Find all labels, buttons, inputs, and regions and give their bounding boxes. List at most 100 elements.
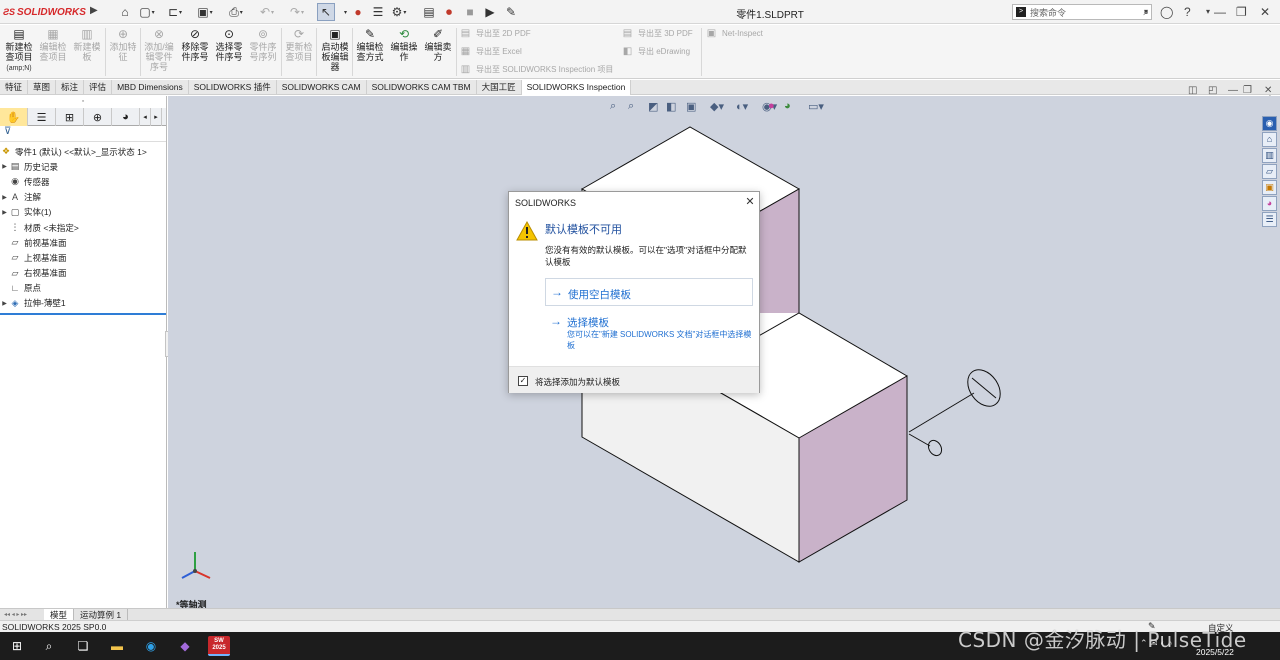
tab-solidworks-inspection[interactable]: SOLIDWORKS Inspection [521,80,632,95]
select-balloon-button[interactable]: ⊙ 选择零件序号 [212,27,246,62]
feature-manager-tab-icon[interactable]: ✋ [0,108,28,126]
section-view-icon[interactable]: ◧ [666,100,676,113]
save-icon[interactable]: ▣ ▾ [196,3,214,21]
launch-template-editor-button[interactable]: ▣ 启动模板编辑器 [318,27,352,72]
task-view-icon[interactable]: ❏ [72,636,94,656]
view-orientation-icon[interactable]: ◆▾ [710,100,724,113]
tree-item-material[interactable]: ⋮ 材质 <未指定> [0,220,166,235]
tab-features[interactable]: 特征 [0,80,29,95]
dimxpert-tab-icon[interactable]: ⊕ [84,108,112,126]
scenes-decals-icon[interactable]: ◕ [1262,196,1277,211]
display-style-icon[interactable]: ◐▾ [736,100,748,113]
add-feature-button[interactable]: ⊕ 添加特征 [106,27,140,62]
tree-item-annotations[interactable]: ▶ A 注解 [0,190,166,205]
export-excel-button[interactable]: ▦ 导出至 Excel [460,46,522,57]
stop-macro-icon[interactable]: ■ [461,3,479,21]
panel-grip-icon[interactable]: ▫ [0,96,166,108]
minimize-icon[interactable]: — [1214,5,1226,19]
search-commands-field[interactable]: > 搜索命令 ⌕ [1012,4,1152,20]
filter-icon[interactable]: ⊽ [0,126,166,142]
viewport-expand-icon[interactable]: ◫ [1188,85,1197,96]
edit-inspection-project-button[interactable]: ▦ 编辑检查项目 [36,27,70,62]
file-explorer-taskbar-icon[interactable]: ▬ [106,636,128,656]
tab-solidworks-cam[interactable]: SOLIDWORKS CAM [277,80,367,95]
property-manager-tab-icon[interactable]: ☰ [28,108,56,126]
tab-evaluate[interactable]: 评估 [84,80,113,95]
edge-browser-icon[interactable]: ◉ [140,636,162,656]
balloon-sequence-button[interactable]: ⊚ 零件序号序列 [246,27,280,62]
viewport-minimize-icon[interactable]: — [1228,85,1238,96]
previous-view-icon[interactable]: ◩ [648,100,658,113]
configuration-manager-tab-icon[interactable]: ⊞ [56,108,84,126]
view-settings-icon[interactable]: ▭▾ [808,100,824,113]
view-palette-icon[interactable]: ▱ [1262,164,1277,179]
viewport-close-icon[interactable]: ✕ [1264,85,1272,96]
tab-motion-study[interactable]: 运动算例 1 [74,608,129,621]
solidworks-resources-icon[interactable]: ◉ [1262,116,1277,131]
edit-macro-icon[interactable]: ✎ [502,3,520,21]
help-dropdown-icon[interactable]: ▾ [1206,7,1210,16]
print-icon[interactable]: ⎙ ▾ [227,3,245,21]
expand-icon[interactable]: ▶ [0,300,9,307]
tab-mbd-dimensions[interactable]: MBD Dimensions [112,80,189,95]
dynamic-annotation-icon[interactable]: ▣ [686,100,696,113]
export-3d-pdf-button[interactable]: ▤ 导出至 3D PDF [622,28,693,39]
open-folder-icon[interactable]: ⊏ ▾ [166,3,184,21]
net-inspect-button[interactable]: ▣ Net-Inspect [706,28,763,39]
viewport-float-icon[interactable]: ◰ [1208,85,1217,96]
taskbar-search-icon[interactable]: ⌕ [38,636,60,656]
tree-item-right-plane[interactable]: ▱ 右视基准面 [0,266,166,281]
expand-icon[interactable]: ▶ [0,209,9,216]
new-inspection-project-button[interactable]: ▤ 新建检查项目 (amp;N) [2,27,36,74]
remove-balloon-button[interactable]: ⊘ 移除零件序号 [178,27,212,62]
solidworks-logo[interactable]: ƧS SOLIDWORKS [3,4,86,20]
run-macro-icon[interactable]: ▶ [481,3,499,21]
tab-sketch[interactable]: 草图 [28,80,57,95]
rollback-bar[interactable] [0,313,166,316]
export-inspection-project-button[interactable]: ▥ 导出至 SOLIDWORKS Inspection 项目 [460,64,614,75]
export-edrawing-button[interactable]: ◧ 导出 eDrawing [622,46,690,57]
new-document-icon[interactable]: ▢ ▾ [138,3,156,21]
close-window-icon[interactable]: ✕ [1260,5,1270,19]
edit-appearance-icon[interactable]: ● [768,100,775,112]
tree-item-thin-extrude[interactable]: ▶ ◈ 拉伸-薄壁1 [0,296,166,311]
traffic-light-icon[interactable]: ● [349,3,367,21]
expand-icon[interactable]: ▶ [0,163,9,170]
checkbox-label[interactable]: 将选择添加为默认模板 [535,376,620,388]
help-icon[interactable]: ? [1184,5,1191,19]
tabs-scroll-left-icon[interactable]: ◂ [140,108,151,126]
record-macro-icon[interactable]: ⏺ [440,3,458,21]
zoom-to-area-icon[interactable]: ⌕ [628,100,634,113]
tree-item-history[interactable]: ▶ ▤ 历史记录 [0,159,166,174]
file-properties-icon[interactable]: ☰ [369,3,387,21]
edit-operation-button[interactable]: ⟲ 编辑操作 [387,27,421,62]
tree-item-front-plane[interactable]: ▱ 前视基准面 [0,235,166,250]
tree-root-part[interactable]: ❖ 零件1 (默认) <<默认>_显示状态 1> [0,144,166,159]
tab-solidworks-addins[interactable]: SOLIDWORKS 插件 [189,80,277,95]
viewport-restore-icon[interactable]: ❐ [1243,85,1252,96]
zoom-to-fit-icon[interactable]: ⌕ [610,100,616,113]
export-2d-pdf-button[interactable]: ▤ 导出至 2D PDF [460,28,531,39]
tab-daguo-gongjiang[interactable]: 大国工匠 [477,80,522,95]
home-icon[interactable]: ⌂ [116,3,134,21]
select-pointer-icon[interactable]: ↖ [317,3,335,21]
file-explorer-icon[interactable]: ▥ [1262,148,1277,163]
tabs-scroll-right-icon[interactable]: ▸ [151,108,162,126]
solidworks-taskbar-icon[interactable]: SW 2025 [208,636,230,656]
add-edit-balloon-button[interactable]: ⊗ 添加/编辑零件序号 [142,27,176,72]
edit-inspection-method-button[interactable]: ✎ 编辑检查方式 [353,27,387,62]
macro-icon[interactable]: ▤ [420,3,438,21]
visual-studio-icon[interactable]: ◆ [174,636,196,656]
dialog-close-icon[interactable]: ✕ [743,195,757,209]
tab-scroll-arrows-icon[interactable]: ◂◂ ◂ ▸ ▸▸ [0,611,44,618]
tree-item-solid-bodies[interactable]: ▶ ▢ 实体(1) [0,205,166,220]
restore-icon[interactable]: ❐ [1236,5,1247,19]
search-dropdown-icon[interactable]: ▾ [1144,7,1148,16]
new-template-button[interactable]: ▥ 新建模板 [70,27,104,62]
set-default-template-checkbox[interactable]: ✓ [518,376,528,386]
windows-start-icon[interactable]: ⊞ [6,636,28,656]
tree-item-sensors[interactable]: ◉ 传感器 [0,174,166,189]
apply-scene-icon[interactable]: ◕ [784,100,791,112]
edit-vendor-button[interactable]: ✐ 编辑卖方 [421,27,455,62]
appearances-icon[interactable]: ▣ [1262,180,1277,195]
